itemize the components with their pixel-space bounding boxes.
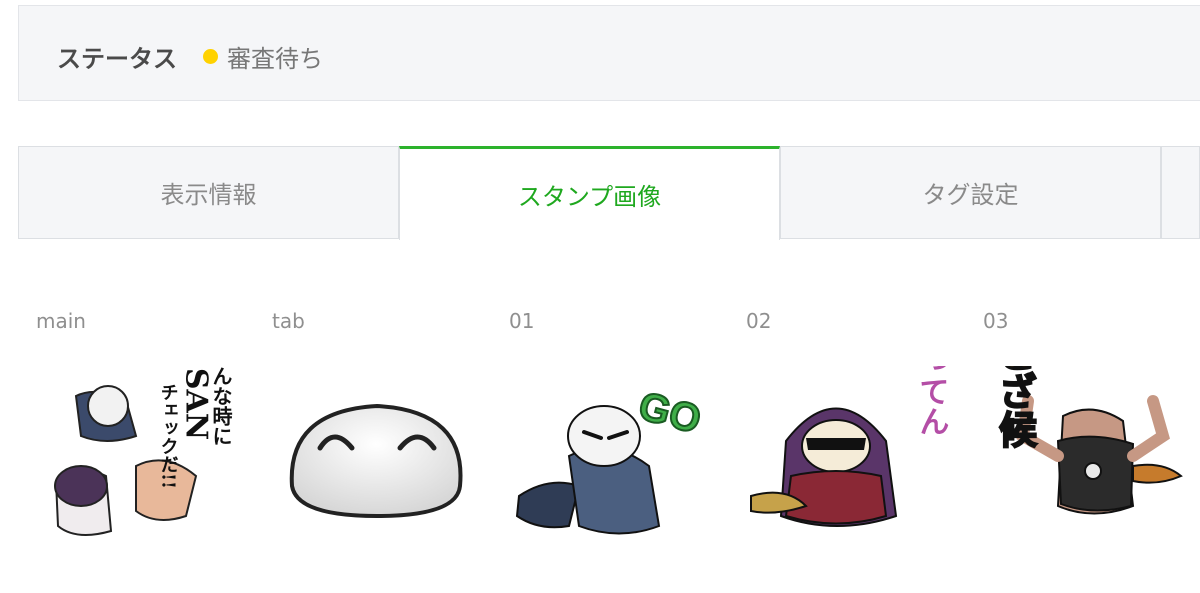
status-panel: ステータス 審査待ち: [18, 5, 1200, 101]
slot-label-tab: tab: [272, 309, 305, 333]
tab-bar: 表示情報 スタンプ画像 タグ設定: [18, 146, 1200, 240]
main-sticker-text-3: チェックだ!!: [158, 383, 179, 489]
smiling-blob-art: [289, 403, 463, 519]
slot-label-02: 02: [746, 309, 772, 333]
gozasourou-sticker-text: ござ候: [993, 366, 1038, 448]
tab-tag-settings[interactable]: タグ設定: [780, 146, 1161, 239]
hooded-figure-sticker-image[interactable]: ばってん: [746, 366, 956, 551]
tab-next-partial[interactable]: [1161, 146, 1200, 239]
status-value: 審査待ち: [227, 45, 323, 73]
batten-sticker-text: ばってん: [914, 366, 949, 436]
tab-display-info[interactable]: 表示情報: [18, 146, 399, 239]
group-sticker-art: こんな時に SAN チェックだ!!: [54, 366, 233, 536]
slot-label-03: 03: [983, 309, 1009, 333]
hooded-figure-art: ばってん: [750, 366, 949, 527]
tab-sticker-images[interactable]: スタンプ画像: [399, 146, 780, 240]
main-sticker-text-2: SAN: [179, 368, 214, 440]
slot-label-01: 01: [509, 309, 535, 333]
status-label: ステータス: [57, 45, 177, 73]
muscle-man-sticker-image[interactable]: ござ候: [983, 366, 1193, 551]
group-sticker-image[interactable]: こんな時に SAN チェックだ!!: [36, 366, 246, 551]
go-sticker-text: GO: [634, 384, 706, 443]
muscle-man-art: ござ候: [992, 366, 1183, 515]
slot-label-main: main: [36, 309, 86, 333]
go-character-sticker-image[interactable]: GO: [509, 366, 719, 551]
status-dot-icon: [203, 49, 218, 64]
smiling-blob-sticker-image[interactable]: [272, 366, 482, 551]
go-character-art: GO: [515, 383, 707, 535]
